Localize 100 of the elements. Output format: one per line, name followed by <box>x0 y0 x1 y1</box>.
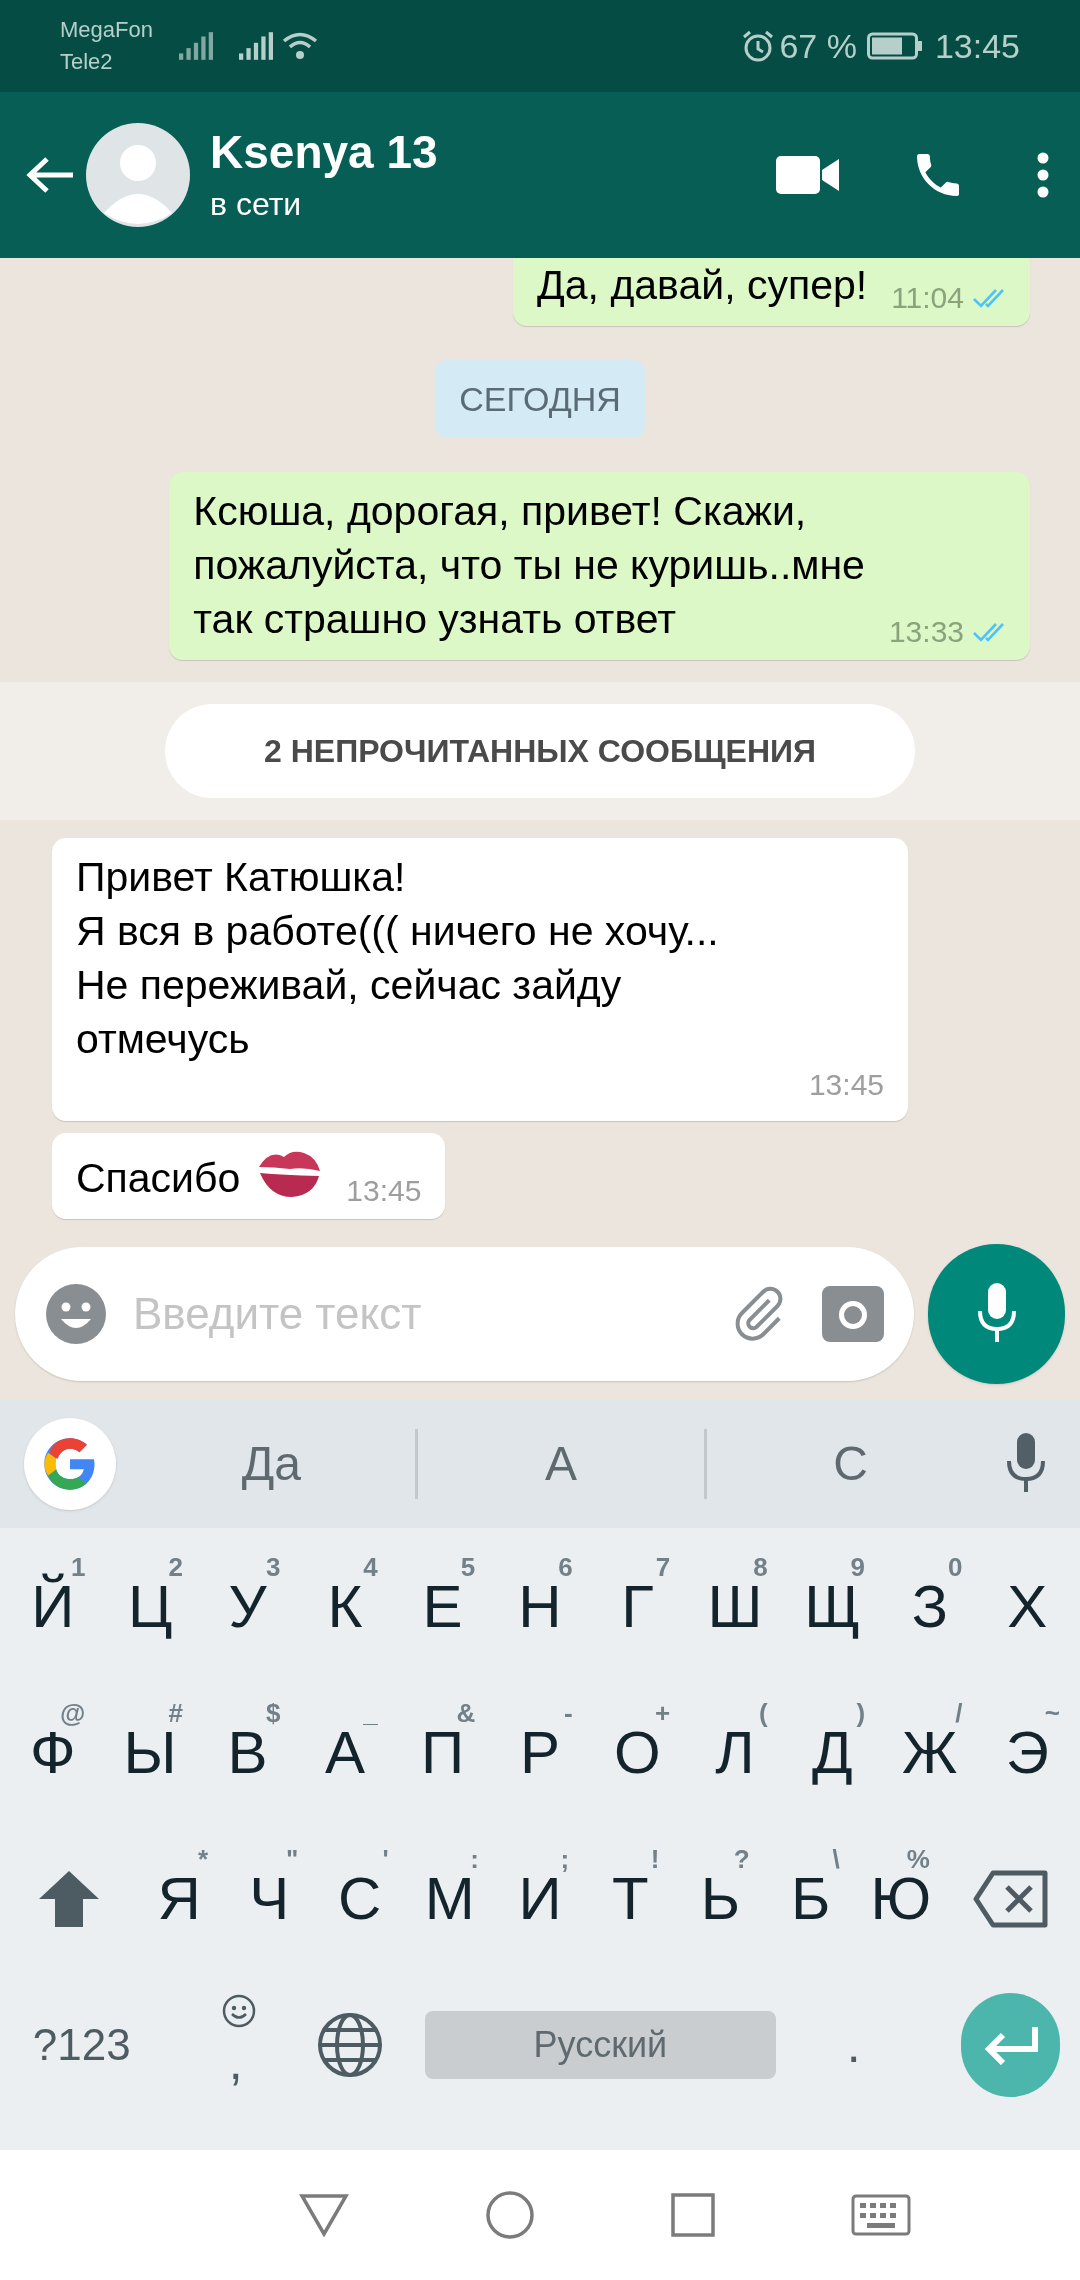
message-time: 13:45 <box>346 1173 422 1209</box>
keyboard-key[interactable]: В $ <box>198 1693 297 1813</box>
keyboard-key[interactable]: Й 1 <box>4 1547 102 1667</box>
clock-time: 13:45 <box>934 25 1020 67</box>
keyboard-key[interactable]: Ж / <box>881 1693 979 1813</box>
suggestion-chip[interactable]: А <box>417 1428 705 1500</box>
message-input[interactable]: Введите текст <box>133 1281 708 1347</box>
date-chip: СЕГОДНЯ <box>435 360 645 438</box>
keyboard-key[interactable]: Э ~ <box>978 1693 1076 1813</box>
keyboard-key[interactable]: Щ 9 <box>783 1547 882 1667</box>
microphone-icon[interactable] <box>1006 1433 1046 1495</box>
avatar-icon[interactable] <box>86 123 190 227</box>
key-hint: 8 <box>753 1553 768 1581</box>
key-hint: " <box>286 1845 299 1873</box>
key-hint: $ <box>265 1699 281 1727</box>
keyboard-key[interactable]: П & <box>393 1693 492 1813</box>
backspace-icon <box>972 1870 1049 1928</box>
key-hint: - <box>564 1699 573 1727</box>
message-field[interactable]: Введите текст <box>15 1247 914 1381</box>
keyboard-key[interactable]: Ы # <box>101 1693 199 1813</box>
key-hint: 2 <box>168 1553 183 1581</box>
keyboard-key[interactable]: Р - <box>491 1693 589 1813</box>
key-hint: \ <box>832 1845 840 1873</box>
key-hint: : <box>470 1845 479 1873</box>
keyboard-key[interactable]: М : <box>404 1839 495 1959</box>
contact-status: в сети <box>210 185 303 224</box>
key-hint: ! <box>650 1845 660 1873</box>
message-time: 13:33 <box>888 614 964 650</box>
recents-square-icon[interactable] <box>671 2193 715 2237</box>
period-key[interactable]: . <box>806 1990 902 2100</box>
message-text: Да, давай, супер! <box>537 261 868 310</box>
suggestion-chip[interactable]: С <box>707 1428 994 1500</box>
keyboard-icon[interactable] <box>851 2194 911 2236</box>
key-hint: @ <box>60 1699 86 1727</box>
contact-name[interactable]: Ksenya 13 <box>210 123 776 181</box>
signal-icon <box>178 32 213 60</box>
message-time: 13:45 <box>808 1067 884 1103</box>
home-circle-icon[interactable] <box>485 2190 535 2240</box>
key-hint: ( <box>758 1699 768 1727</box>
camera-icon[interactable] <box>822 1286 884 1342</box>
keyboard-key[interactable]: Б \ <box>765 1839 856 1959</box>
keyboard-key[interactable]: Ь ? <box>675 1839 766 1959</box>
key-hint: 4 <box>363 1553 378 1581</box>
key-hint: % <box>906 1845 930 1873</box>
unread-count-label: 2 НЕПРОЧИТАННЫХ СООБЩЕНИЯ <box>165 704 915 798</box>
keyboard-key[interactable]: Ш 8 <box>686 1547 784 1667</box>
key-hint: ' <box>382 1845 389 1873</box>
microphone-icon <box>976 1283 1017 1345</box>
keyboard-key[interactable]: Я * <box>134 1839 225 1959</box>
message-text: Привет Катюшка! Я вся в работе((( ничего не хочу... Не переживай, сейчас зайду отмечусь <box>76 853 719 1064</box>
keyboard-key[interactable]: С ' <box>314 1839 405 1959</box>
enter-arrow-icon <box>982 2025 1039 2065</box>
keyboard-key[interactable]: У 3 <box>198 1547 297 1667</box>
suggestion-chip[interactable]: Да <box>128 1428 415 1500</box>
keyboard-key[interactable]: Д ) <box>783 1693 882 1813</box>
keyboard-key[interactable]: Г 7 <box>588 1547 687 1667</box>
key-hint: + <box>655 1699 671 1727</box>
key-hint: 6 <box>558 1553 573 1581</box>
keyboard-key[interactable]: Ч " <box>224 1839 315 1959</box>
alarm-icon <box>741 29 776 63</box>
battery-icon <box>866 31 923 61</box>
comma-key[interactable]: , <box>183 1990 289 2100</box>
keyboard-key[interactable]: З 0 <box>881 1547 979 1667</box>
keyboard-key[interactable]: И ; <box>494 1839 586 1959</box>
smiley-icon <box>221 1994 256 2028</box>
keyboard-key[interactable]: Ю % <box>855 1839 946 1959</box>
message-time: 11:04 <box>891 280 964 316</box>
keyboard-key[interactable]: Х <box>978 1547 1076 1667</box>
keyboard-key[interactable]: Л ( <box>686 1693 784 1813</box>
battery-percent: 67 % <box>779 25 857 67</box>
key-hint: 5 <box>460 1553 476 1581</box>
carrier-name: Tele2 <box>60 48 114 76</box>
message-text: Спасибо <box>76 1154 241 1203</box>
video-camera-icon <box>776 154 840 196</box>
signal-icon <box>238 32 273 60</box>
emoji-icon[interactable] <box>45 1283 107 1345</box>
keyboard-key[interactable]: Т ! <box>585 1839 676 1959</box>
key-hint: / <box>955 1699 963 1727</box>
key-hint: 3 <box>265 1553 281 1581</box>
carrier-name: MegaFon <box>60 16 153 44</box>
message-text: Ксюша, дорогая, привет! Скажи, пожалуйста, что ты не куришь..мне так страшно узнать ответ <box>193 487 865 644</box>
shift-arrow-icon <box>37 1869 101 1929</box>
key-hint: * <box>198 1845 209 1873</box>
keyboard-key[interactable]: О + <box>588 1693 687 1813</box>
symbols-key[interactable]: ?123 <box>20 2012 144 2078</box>
key-hint: ) <box>856 1699 866 1727</box>
key-hint: ~ <box>1044 1699 1060 1727</box>
globe-icon <box>317 2012 384 2078</box>
keyboard-key[interactable]: К 4 <box>296 1547 394 1667</box>
keyboard-key[interactable]: Ф @ <box>4 1693 102 1813</box>
more-options-button[interactable] <box>1036 152 1050 198</box>
keyboard-key[interactable]: Н 6 <box>491 1547 589 1667</box>
keyboard-key[interactable]: Ц 2 <box>101 1547 199 1667</box>
back-triangle-icon[interactable] <box>299 2193 349 2237</box>
key-hint: ? <box>733 1845 750 1873</box>
keyboard-key[interactable]: Е 5 <box>393 1547 492 1667</box>
back-arrow-icon <box>25 155 75 195</box>
key-hint: 0 <box>948 1553 963 1581</box>
keyboard-key[interactable]: А _ <box>296 1693 394 1813</box>
video-call-button[interactable] <box>776 154 840 196</box>
